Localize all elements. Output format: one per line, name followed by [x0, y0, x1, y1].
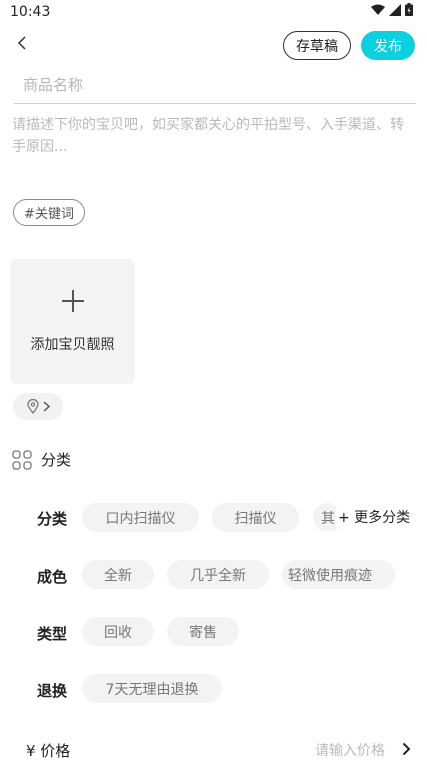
status-icons	[371, 3, 413, 16]
publish-button[interactable]: 发布	[361, 31, 415, 60]
chip-condition-new[interactable]: 全新	[82, 560, 154, 589]
grid-icon	[12, 449, 32, 470]
price-chevron-icon[interactable]	[402, 741, 411, 760]
add-photo-label: 添加宝贝靓照	[30, 336, 115, 353]
chip-type-consign[interactable]: 寄售	[167, 617, 239, 646]
chevron-right-icon	[42, 401, 50, 412]
back-button[interactable]	[12, 33, 32, 53]
chip-category-1[interactable]: 口内扫描仪	[82, 503, 199, 532]
chip-type-recycle[interactable]: 回收	[82, 617, 154, 646]
more-categories-button[interactable]: + 更多分类	[336, 507, 411, 527]
description-input[interactable]: 请描述下你的宝贝吧，如买家都关心的平拍型号、入手渠道、转手原因...	[12, 114, 412, 158]
battery-icon	[405, 3, 413, 16]
row-label-return: 退换	[37, 682, 68, 700]
chip-category-2[interactable]: 扫描仪	[212, 503, 299, 532]
chip-return-7day[interactable]: 7天无理由退换	[82, 674, 222, 703]
signal-icon	[389, 3, 401, 16]
row-label-category: 分类	[37, 510, 68, 528]
row-label-condition: 成色	[37, 568, 68, 586]
row-label-type: 类型	[37, 625, 68, 643]
chip-condition-like-new[interactable]: 几乎全新	[167, 560, 269, 589]
keyword-button[interactable]: #关键词	[13, 199, 85, 226]
price-input[interactable]: 请输入价格	[315, 740, 385, 760]
save-draft-button[interactable]: 存草稿	[283, 31, 351, 60]
status-time: 10:43	[10, 4, 51, 20]
wifi-icon	[371, 4, 385, 15]
chip-condition-light-use[interactable]: 轻微使用痕迹	[282, 560, 395, 589]
category-header: 分类	[12, 449, 71, 470]
product-name-input[interactable]: 商品名称	[14, 66, 416, 104]
location-button[interactable]	[13, 393, 63, 420]
category-title: 分类	[41, 451, 72, 469]
add-photo-button[interactable]: 添加宝贝靓照	[10, 259, 135, 384]
price-label: ¥ 价格	[26, 742, 71, 760]
plus-icon	[61, 289, 84, 312]
chevron-left-icon	[17, 36, 26, 50]
location-pin-icon	[26, 399, 39, 414]
